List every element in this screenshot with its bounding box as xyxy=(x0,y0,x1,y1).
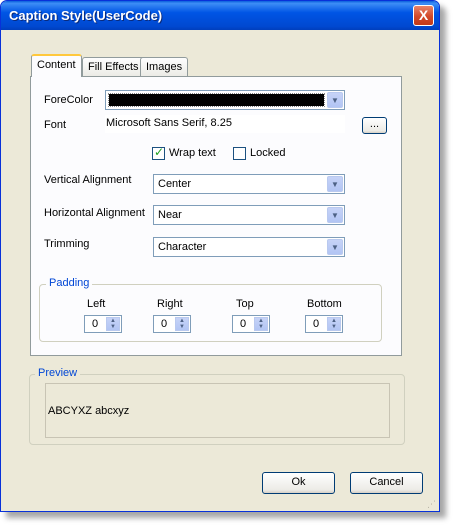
chevron-down-icon[interactable]: ▼ xyxy=(327,207,343,223)
font-label: Font xyxy=(44,119,67,131)
padding-bottom-spinner[interactable]: 0 ▲ ▼ xyxy=(305,315,343,333)
padding-top-value: 0 xyxy=(240,318,247,330)
locked-checkbox[interactable] xyxy=(233,147,246,160)
chevron-down-icon[interactable]: ▼ xyxy=(327,239,343,255)
trimming-label: Trimming xyxy=(44,238,90,250)
preview-group-title: Preview xyxy=(35,367,81,379)
forecolor-label: ForeColor xyxy=(44,94,93,106)
padding-left-spinner[interactable]: 0 ▲ ▼ xyxy=(84,315,122,333)
wrap-text-checkbox[interactable] xyxy=(152,145,165,160)
locked-label[interactable]: Locked xyxy=(250,147,285,159)
horizontal-alignment-value: Near xyxy=(158,209,182,221)
padding-group xyxy=(39,284,382,342)
title-bar[interactable]: Caption Style(UserCode) X xyxy=(1,1,439,30)
horizontal-alignment-label: Horizontal Alignment xyxy=(44,207,145,219)
padding-left-label: Left xyxy=(87,298,106,310)
horizontal-alignment-dropdown[interactable]: Near ▼ xyxy=(153,205,345,225)
close-button[interactable]: X xyxy=(413,5,434,26)
tab-content[interactable]: Content xyxy=(31,54,82,77)
padding-right-value: 0 xyxy=(161,318,168,330)
padding-group-title: Padding xyxy=(46,277,93,289)
tab-fill-effects[interactable]: Fill Effects xyxy=(82,57,145,76)
font-value: Microsoft Sans Serif, 8.25 xyxy=(105,115,345,133)
window-title: Caption Style(UserCode) xyxy=(9,8,163,23)
padding-left-value: 0 xyxy=(92,318,99,330)
up-down-arrows-icon[interactable]: ▲ ▼ xyxy=(106,317,120,331)
forecolor-swatch xyxy=(108,93,325,107)
resize-grip-icon[interactable]: ⋰ xyxy=(427,499,437,509)
padding-right-label: Right xyxy=(157,298,183,310)
trimming-dropdown[interactable]: Character ▼ xyxy=(153,237,345,257)
up-down-arrows-icon[interactable]: ▲ ▼ xyxy=(254,317,268,331)
wrap-text-label[interactable]: Wrap text xyxy=(169,147,216,159)
preview-sample-text: ABCYXZ abcxyz xyxy=(48,405,130,417)
chevron-down-icon[interactable]: ▼ xyxy=(327,92,343,108)
padding-top-spinner[interactable]: 0 ▲ ▼ xyxy=(232,315,270,333)
padding-bottom-label: Bottom xyxy=(307,298,342,310)
vertical-alignment-value: Center xyxy=(158,178,192,190)
vertical-alignment-dropdown[interactable]: Center ▼ xyxy=(153,174,345,194)
dialog-window: Caption Style(UserCode) X Content Fill E… xyxy=(0,0,440,512)
trimming-value: Character xyxy=(158,241,207,253)
chevron-down-icon[interactable]: ▼ xyxy=(327,176,343,192)
tab-images[interactable]: Images xyxy=(140,57,189,76)
vertical-alignment-label: Vertical Alignment xyxy=(44,174,132,186)
up-down-arrows-icon[interactable]: ▲ ▼ xyxy=(327,317,341,331)
padding-top-label: Top xyxy=(236,298,254,310)
ok-button[interactable]: Ok xyxy=(262,472,335,494)
padding-bottom-value: 0 xyxy=(313,318,320,330)
font-browse-button[interactable]: ... xyxy=(362,117,387,134)
preview-box: ABCYXZ abcxyz xyxy=(45,383,390,438)
close-icon: X xyxy=(418,7,429,23)
forecolor-dropdown[interactable]: ▼ xyxy=(105,90,345,110)
cancel-button[interactable]: Cancel xyxy=(350,472,423,494)
up-down-arrows-icon[interactable]: ▲ ▼ xyxy=(175,317,189,331)
padding-right-spinner[interactable]: 0 ▲ ▼ xyxy=(153,315,191,333)
